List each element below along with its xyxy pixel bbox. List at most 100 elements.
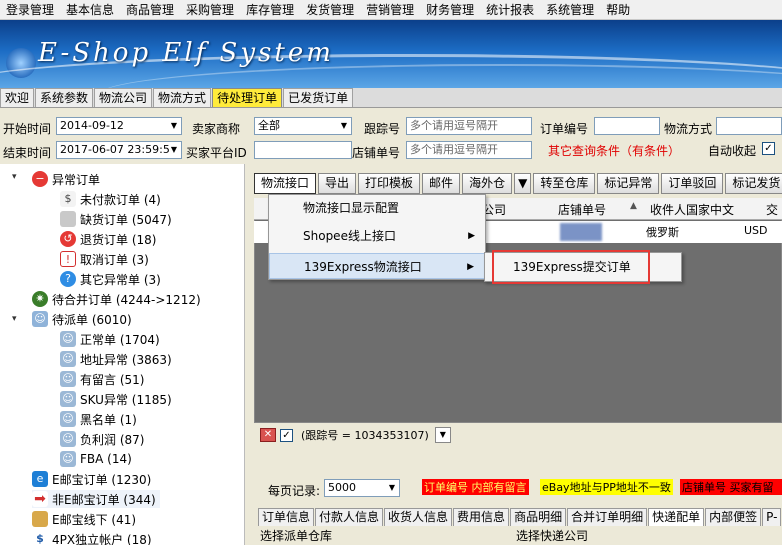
tree-4px-account[interactable]: $4PX独立帐户 (18) xyxy=(32,530,152,545)
tree-pending-merge[interactable]: ✷ 待合并订单 (4244->1212) xyxy=(32,290,201,308)
other-conditions-link[interactable]: 其它查询条件（有条件） xyxy=(548,142,680,159)
tree-normal[interactable]: ☺ 正常单 (1704) xyxy=(60,330,160,348)
tab-payer-info[interactable]: 付款人信息 xyxy=(315,508,384,526)
auto-collapse-checkbox[interactable]: ✓ xyxy=(762,142,775,155)
tab-pending-orders[interactable]: 待处理订单 xyxy=(212,88,283,107)
email-button[interactable]: 邮件 xyxy=(422,172,461,194)
menu-item-label: 139Express物流接口 xyxy=(304,260,422,274)
menu-login[interactable]: 登录管理 xyxy=(0,1,60,18)
submenu-arrow-icon: ▶ xyxy=(467,262,474,272)
tab-order-info[interactable]: 订单信息 xyxy=(258,508,315,526)
export-button[interactable]: 导出 xyxy=(318,172,357,194)
menu-item-display-config[interactable]: 物流接口显示配置 xyxy=(269,195,485,221)
tree-exception-orders[interactable]: − 异常订单 xyxy=(32,170,100,188)
close-icon[interactable]: ✕ xyxy=(260,428,276,442)
select-courier-label: 选择快递公司 xyxy=(516,529,589,543)
detail-tabs: 订单信息 付款人信息 收货人信息 费用信息 商品明细 合并订单明细 快递配单 内… xyxy=(258,508,782,526)
logistics-method-select[interactable] xyxy=(716,117,782,135)
menu-purchase[interactable]: 采购管理 xyxy=(180,1,240,18)
menu-shipping[interactable]: 发货管理 xyxy=(300,1,360,18)
pane-splitter[interactable] xyxy=(244,164,252,545)
tree-blacklist[interactable]: ☺ 黑名单 (1) xyxy=(60,410,137,428)
tree-address-exception[interactable]: ☺ 地址异常 (3863) xyxy=(60,350,172,368)
dropdown-arrow-icon[interactable]: ▼ xyxy=(167,118,181,134)
order-toolbar: 物流接口 导出 打印模板 邮件 海外仓 ▼ 转至仓库 标记异常 订单驳回 标记发… xyxy=(254,172,782,194)
start-time-label: 开始时间 xyxy=(3,122,52,136)
package-icon xyxy=(32,511,48,527)
error-icon: − xyxy=(32,171,48,187)
col-recipient-country[interactable]: 收件人国家中文 xyxy=(650,201,734,218)
tree-out-of-stock[interactable]: 缺货订单 (5047) xyxy=(60,210,172,228)
tab-courier-dispatch[interactable]: 快递配单 xyxy=(648,508,705,526)
menu-reports[interactable]: 统计报表 xyxy=(480,1,540,18)
tracking-input[interactable]: 多个请用逗号隔开 xyxy=(406,117,532,135)
dropdown-arrow-icon[interactable]: ▼ xyxy=(385,480,399,496)
move-to-warehouse-button[interactable]: 转至仓库 xyxy=(533,172,596,194)
filter-checkbox[interactable]: ✓ xyxy=(280,428,293,442)
tab-more[interactable]: P- xyxy=(762,508,782,526)
mark-exception-button[interactable]: 标记异常 xyxy=(597,172,660,194)
reject-order-button[interactable]: 订单驳回 xyxy=(661,172,724,194)
tab-shipped-orders[interactable]: 已发货订单 xyxy=(283,88,354,107)
bottom-panel: 每页记录: 5000 ▼ 订单编号 内部有留言 eBay地址与PP地址不一致 店铺… xyxy=(254,472,782,545)
dollar-icon: $ xyxy=(32,531,48,545)
tree-other-exceptions[interactable]: ? 其它异常单 (3) xyxy=(60,270,161,288)
tab-system-params[interactable]: 系统参数 xyxy=(35,88,94,107)
menu-finance[interactable]: 财务管理 xyxy=(420,1,480,18)
logistics-interface-button[interactable]: 物流接口 xyxy=(254,172,317,194)
menu-basic-info[interactable]: 基本信息 xyxy=(60,1,120,18)
end-time-field[interactable]: 2017-06-07 23:59:5 ▼ xyxy=(56,141,182,159)
tab-product-details[interactable]: 商品明细 xyxy=(510,508,567,526)
end-time-value: 2017-06-07 23:59:5 xyxy=(60,143,170,156)
page-size-select[interactable]: 5000 ▼ xyxy=(324,479,400,497)
mark-shipped-button[interactable]: 标记发货 xyxy=(725,172,782,194)
dropdown-arrow-icon[interactable]: ▼ xyxy=(434,427,451,443)
menu-inventory[interactable]: 库存管理 xyxy=(240,1,300,18)
tree-sku-exception[interactable]: ☺ SKU异常 (1185) xyxy=(60,390,172,408)
col-store-order[interactable]: 店铺单号 xyxy=(558,201,606,218)
legend-buyer-message: 店铺单号 买家有留 xyxy=(680,479,782,495)
tab-welcome[interactable]: 欢迎 xyxy=(0,88,35,107)
tree-label: E邮宝线下 (41) xyxy=(52,512,137,527)
tree-returns[interactable]: ↺ 退货订单 (18) xyxy=(60,230,156,248)
print-template-button[interactable]: 打印模板 xyxy=(358,172,421,194)
tab-fee-info[interactable]: 费用信息 xyxy=(453,508,510,526)
tree-unpaid-orders[interactable]: $ 未付款订单 (4) xyxy=(60,190,161,208)
tree-eub-offline[interactable]: E邮宝线下 (41) xyxy=(32,510,136,528)
menu-system[interactable]: 系统管理 xyxy=(540,1,600,18)
blurred-cell xyxy=(560,223,602,241)
start-time-field[interactable]: 2014-09-12 ▼ xyxy=(56,117,182,135)
select-warehouse-label: 选择派单仓库 xyxy=(260,529,333,543)
highlight-box xyxy=(492,250,650,284)
menu-marketing[interactable]: 营销管理 xyxy=(360,1,420,18)
tree-pending-dispatch[interactable]: ☺ 待派单 (6010) xyxy=(32,310,132,328)
dropdown-arrow-icon[interactable]: ▼ xyxy=(167,142,181,158)
tab-recipient-info[interactable]: 收货人信息 xyxy=(384,508,453,526)
tree-negative-profit[interactable]: ☺ 负利润 (87) xyxy=(60,430,144,448)
tree-cancelled[interactable]: ! 取消订单 (3) xyxy=(60,250,149,268)
tab-logistics-method[interactable]: 物流方式 xyxy=(153,88,212,107)
order-number-input[interactable] xyxy=(594,117,660,135)
tree-non-eub-orders[interactable]: ➡ 非E邮宝订单 (344) xyxy=(32,490,160,508)
menu-item-shopee[interactable]: Shopee线上接口 ▶ xyxy=(269,223,485,249)
store-order-input[interactable]: 多个请用逗号隔开 xyxy=(406,141,532,159)
tree-label: 取消订单 (3) xyxy=(80,252,149,267)
tab-internal-notes[interactable]: 内部便签 xyxy=(705,508,762,526)
tree-has-message[interactable]: ☺ 有留言 (51) xyxy=(60,370,144,388)
dropdown-arrow-icon[interactable]: ▼ xyxy=(514,172,532,194)
menu-item-139express[interactable]: 139Express物流接口 ▶ xyxy=(269,253,485,279)
col-trade[interactable]: 交 xyxy=(766,201,778,218)
tree-eub-orders[interactable]: e E邮宝订单 (1230) xyxy=(32,470,151,488)
sort-icon[interactable]: ▲ xyxy=(630,201,637,211)
menu-products[interactable]: 商品管理 xyxy=(120,1,180,18)
collapse-icon[interactable]: ▾ xyxy=(12,314,17,324)
tree-fba[interactable]: ☺ FBA (14) xyxy=(60,450,132,468)
collapse-icon[interactable]: ▾ xyxy=(12,172,17,182)
dropdown-arrow-icon[interactable]: ▼ xyxy=(337,118,351,134)
platform-id-input[interactable] xyxy=(254,141,352,159)
tab-logistics-company[interactable]: 物流公司 xyxy=(94,88,153,107)
menu-help[interactable]: 帮助 xyxy=(600,1,636,18)
overseas-warehouse-button[interactable]: 海外仓 xyxy=(462,172,513,194)
tab-merged-orders[interactable]: 合并订单明细 xyxy=(567,508,648,526)
seller-select[interactable]: 全部 ▼ xyxy=(254,117,352,135)
